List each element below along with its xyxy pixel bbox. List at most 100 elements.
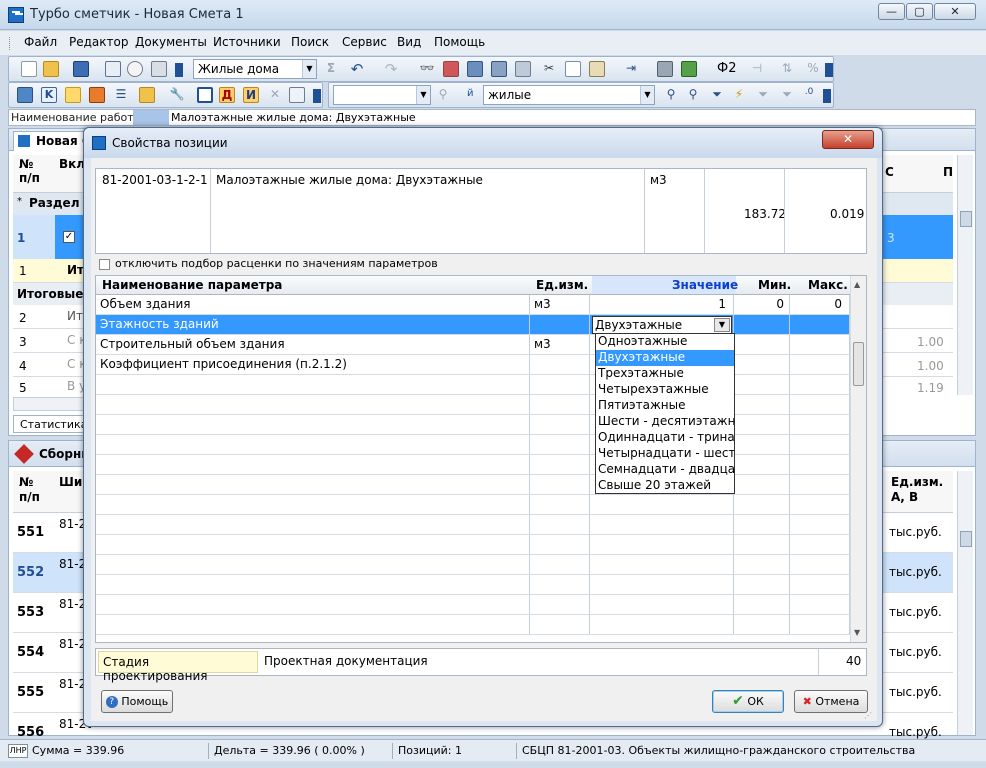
maximize-button[interactable]: ▢ xyxy=(906,3,933,20)
disable-selection-checkbox[interactable] xyxy=(99,259,110,270)
estimate-hscrollbar[interactable] xyxy=(13,397,93,411)
find-next-icon[interactable]: ⚲ xyxy=(685,87,701,103)
menu-service[interactable]: Сервис xyxy=(342,35,387,49)
parameter-row[interactable]: Строительный объем здания м3 xyxy=(96,335,850,355)
work-name-value[interactable]: Малоэтажные жилые дома: Двухэтажные xyxy=(171,111,416,124)
paste-icon[interactable] xyxy=(589,61,605,77)
replace-icon[interactable] xyxy=(515,61,531,77)
search-doc-icon[interactable] xyxy=(289,87,305,103)
estimate-vscrollbar[interactable] xyxy=(957,155,973,395)
clear-filter-icon[interactable]: ⏷ xyxy=(779,87,795,103)
filter-icon[interactable]: ⏷ xyxy=(709,87,725,103)
menu-help[interactable]: Помощь xyxy=(434,35,485,49)
binoculars-icon[interactable]: ⚲ xyxy=(435,87,451,103)
filter-disabled-icon[interactable]: ⏷ xyxy=(755,87,771,103)
dropdown-option[interactable]: Одноэтажные xyxy=(596,334,734,350)
dropdown-option[interactable]: Пятиэтажные xyxy=(596,398,734,414)
frame-icon[interactable] xyxy=(197,87,213,103)
menu-sources[interactable]: Источники xyxy=(213,35,281,49)
delete-icon[interactable] xyxy=(657,61,673,77)
add-table-icon[interactable] xyxy=(681,61,697,77)
percent-icon[interactable]: % xyxy=(805,61,821,77)
open-folder-icon[interactable] xyxy=(43,61,59,77)
dropdown-option[interactable]: Шести - десятиэтажные xyxy=(596,414,734,430)
catalog-vscrollbar[interactable] xyxy=(957,471,973,735)
toolbar-overflow-icon[interactable] xyxy=(175,63,183,77)
tree-icon[interactable]: ☰ xyxy=(113,87,129,103)
dropdown-option[interactable]: Четырнадцати - шестнад xyxy=(596,446,734,462)
menu-search[interactable]: Поиск xyxy=(291,35,329,49)
new-document-icon[interactable] xyxy=(21,61,37,77)
lightning-filter-icon[interactable]: ⚡ xyxy=(731,87,747,103)
print-icon[interactable] xyxy=(151,61,167,77)
minimize-button[interactable]: — xyxy=(878,3,905,20)
scroll-thumb[interactable] xyxy=(853,342,864,386)
menu-documents[interactable]: Документы xyxy=(135,35,207,49)
dropdown-option[interactable]: Семнадцати - двадцатиэ xyxy=(596,462,734,478)
dropdown-option[interactable]: Одиннадцати - тринадца xyxy=(596,430,734,446)
toolbar-overflow-icon[interactable] xyxy=(823,89,831,103)
zoom-icon[interactable] xyxy=(65,87,81,103)
save-icon[interactable] xyxy=(73,61,89,77)
decimal-icon[interactable]: .0 xyxy=(801,87,817,103)
parameter-row[interactable]: Коэффициент присоединения (п.2.1.2) xyxy=(96,355,850,375)
chevron-down-icon[interactable]: ▼ xyxy=(302,60,316,78)
ok-button[interactable]: ✔ ОК xyxy=(712,690,784,713)
category-combo[interactable]: Жилые дома ▼ xyxy=(193,59,317,79)
dropdown-option[interactable]: Трехэтажные xyxy=(596,366,734,382)
toolbar-overflow-icon[interactable] xyxy=(313,89,321,103)
cancel-button[interactable]: ✖ Отмена xyxy=(794,690,868,713)
menu-edit[interactable]: Редактор xyxy=(69,35,128,49)
i-icon[interactable]: И xyxy=(243,87,259,103)
stage-value[interactable]: Проектная документация xyxy=(264,654,428,668)
preview-icon[interactable] xyxy=(127,61,143,77)
chevron-down-icon[interactable]: ▼ xyxy=(714,318,730,332)
scroll-down-icon[interactable]: ▼ xyxy=(854,628,860,637)
parameter-row[interactable]: Этажность зданий Двухэтажные ▼ xyxy=(96,315,850,335)
toolbar-overflow-icon[interactable] xyxy=(825,63,833,77)
k-icon[interactable]: K xyxy=(41,87,57,103)
d-icon[interactable]: Д xyxy=(219,87,235,103)
book-icon[interactable] xyxy=(105,61,121,77)
layout-icon[interactable] xyxy=(89,87,105,103)
statistics-tab[interactable]: Статистика xyxy=(13,415,93,433)
dialog-close-button[interactable]: ✕ xyxy=(822,130,874,149)
wrench-icon[interactable]: 🔧 xyxy=(169,87,185,103)
sort-icon[interactable]: ⇅ xyxy=(779,61,795,77)
parameter-row[interactable]: Объем здания м3 1 0 0 xyxy=(96,295,850,315)
search-combo[interactable]: жилые ▼ xyxy=(483,85,655,105)
dropdown-option[interactable]: Свыше 20 этажей xyxy=(596,478,734,494)
scroll-thumb[interactable] xyxy=(960,211,972,227)
cross-icon[interactable]: ✕ xyxy=(267,87,283,103)
params-vscrollbar[interactable]: ▲ ▼ xyxy=(850,276,866,642)
menu-view[interactable]: Вид xyxy=(397,35,421,49)
dropdown-option[interactable]: Четырехэтажные xyxy=(596,382,734,398)
export-icon[interactable] xyxy=(17,87,33,103)
phi-label[interactable]: Ф2 xyxy=(717,61,736,76)
close-window-button[interactable]: ✕ xyxy=(934,3,976,20)
find-icon[interactable]: ⚲ xyxy=(663,87,679,103)
floors-select[interactable]: Двухэтажные ▼ xyxy=(592,316,732,334)
estimate-tab[interactable]: Новая С xyxy=(13,131,93,151)
menu-file[interactable]: Файл xyxy=(24,35,57,49)
function-icon[interactable]: ⊣ xyxy=(749,61,765,77)
copy-icon[interactable] xyxy=(565,61,581,77)
undo-icon[interactable]: ↶ xyxy=(349,61,365,77)
indent-icon[interactable]: ⇥ xyxy=(623,61,639,77)
copy-row-icon[interactable] xyxy=(467,61,483,77)
redo-icon[interactable]: ↷ xyxy=(383,61,399,77)
filter-combo[interactable]: ▼ xyxy=(333,85,431,105)
sigma-icon[interactable]: Σ xyxy=(323,61,339,77)
cut-icon[interactable]: ✂ xyxy=(541,61,557,77)
help-button[interactable]: ? Помощь xyxy=(101,690,173,713)
chevron-down-icon[interactable]: ▼ xyxy=(640,86,654,104)
columns-icon[interactable] xyxy=(139,87,155,103)
resize-grip-icon[interactable]: ⋰ xyxy=(864,711,874,721)
menubar-grip[interactable] xyxy=(9,37,12,50)
insert-row-icon[interactable] xyxy=(443,61,459,77)
binoculars-icon[interactable]: 👓 xyxy=(419,61,435,77)
scroll-up-icon[interactable]: ▲ xyxy=(854,280,860,289)
scroll-thumb[interactable] xyxy=(960,531,972,547)
chevron-down-icon[interactable]: ▼ xyxy=(416,86,430,104)
dropdown-option[interactable]: Двухэтажные xyxy=(596,350,734,366)
